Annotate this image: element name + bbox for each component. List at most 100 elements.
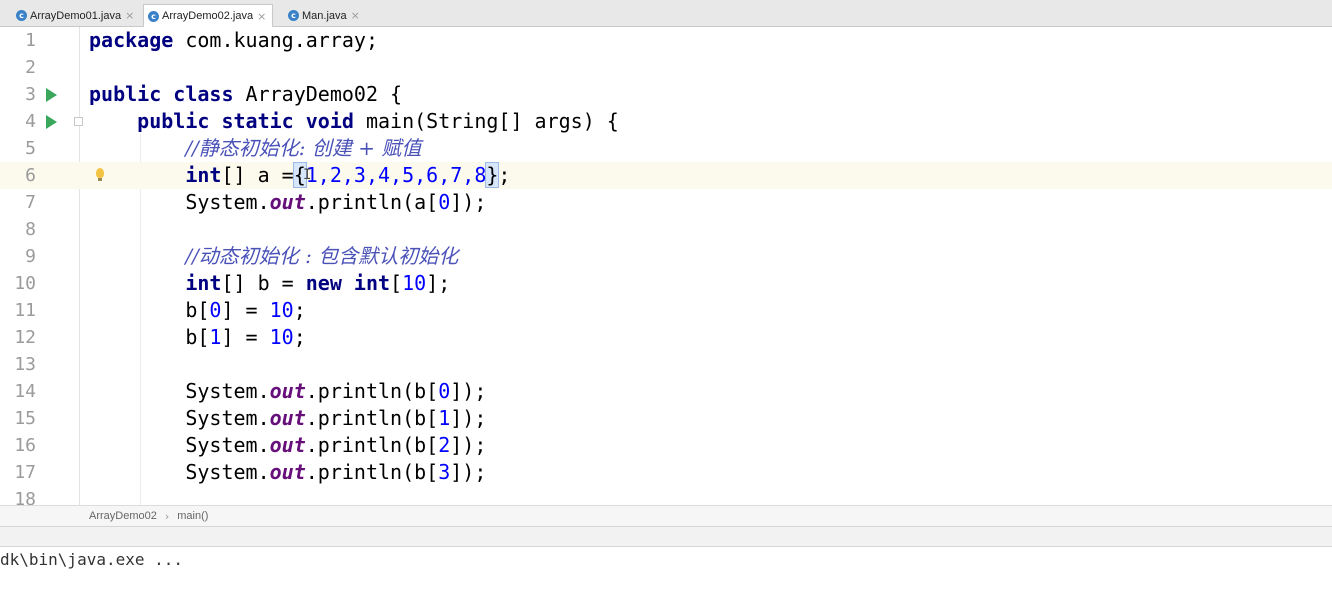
- code-line[interactable]: 15 System.out.println(b[1]);: [0, 405, 1332, 432]
- code-line[interactable]: 9 //动态初始化 : 包含默认初始化: [0, 243, 1332, 270]
- code-comment: //静态初始化: 创建 + 赋值: [185, 136, 422, 160]
- line-number: 3: [25, 84, 36, 105]
- code-line[interactable]: 10 int[] b = new int[10];: [0, 270, 1332, 297]
- number: 0: [438, 379, 451, 403]
- number: 1: [438, 406, 451, 430]
- code-line[interactable]: 14 System.out.println(b[0]);: [0, 378, 1332, 405]
- code-text: ] =: [221, 325, 270, 349]
- breadcrumb: ArrayDemo02 › main(): [0, 505, 1332, 526]
- code-comment: //动态初始化 : 包含默认初始化: [185, 244, 459, 268]
- brace-match: }: [485, 162, 500, 188]
- code-text: ]);: [450, 190, 487, 214]
- line-number: 12: [14, 327, 36, 348]
- breadcrumb-method[interactable]: main(): [177, 510, 208, 522]
- code-line[interactable]: 12 b[1] = 10;: [0, 324, 1332, 351]
- keyword: public: [89, 82, 162, 106]
- code-line[interactable]: 11 b[0] = 10;: [0, 297, 1332, 324]
- static-field: out: [269, 433, 306, 457]
- code-line[interactable]: 16 System.out.println(b[2]);: [0, 432, 1332, 459]
- fold-icon[interactable]: [74, 117, 83, 126]
- breadcrumb-separator: ›: [164, 509, 170, 523]
- code-line[interactable]: 18: [0, 486, 1332, 505]
- number: 10: [269, 298, 294, 322]
- keyword: void: [305, 109, 354, 133]
- editor-tab-bar: c ArrayDemo01.java × c ArrayDemo02.java …: [0, 0, 1332, 27]
- run-console[interactable]: dk\bin\java.exe ...: [0, 547, 1332, 593]
- code-text: .println(b[: [305, 433, 439, 457]
- close-icon[interactable]: ×: [257, 10, 266, 23]
- close-icon[interactable]: ×: [125, 9, 134, 22]
- code-text: ]);: [450, 433, 487, 457]
- breadcrumb-class[interactable]: ArrayDemo02: [89, 510, 157, 522]
- code-text: .println(b[: [305, 460, 439, 484]
- code-text: .println(b[: [305, 379, 439, 403]
- number: 10: [402, 271, 427, 295]
- line-number: 9: [25, 246, 36, 267]
- line-number: 14: [14, 381, 36, 402]
- code-text: System.: [185, 379, 270, 403]
- code-line-current[interactable]: 6 int[] a ={1,2,3,4,5,6,7,8}; I: [0, 162, 1332, 189]
- static-field: out: [269, 406, 306, 430]
- line-number: 10: [14, 273, 36, 294]
- tab-man[interactable]: c Man.java ×: [284, 4, 366, 27]
- code-line[interactable]: 13: [0, 351, 1332, 378]
- keyword: static: [221, 109, 294, 133]
- run-panel-header: [0, 526, 1332, 547]
- code-line[interactable]: 8: [0, 216, 1332, 243]
- line-number: 4: [25, 111, 36, 132]
- code-text: ]);: [450, 379, 487, 403]
- java-class-icon: c: [148, 10, 159, 22]
- code-line[interactable]: 2: [0, 54, 1332, 81]
- code-text: ;: [498, 163, 511, 187]
- java-class-icon: c: [16, 10, 27, 21]
- line-number: 17: [14, 462, 36, 483]
- line-number: 11: [14, 300, 36, 321]
- code-text: ArrayDemo02 {: [233, 82, 403, 106]
- line-number: 15: [14, 408, 36, 429]
- line-number: 13: [14, 354, 36, 375]
- console-output: dk\bin\java.exe ...: [0, 550, 184, 569]
- code-text: [] b =: [221, 271, 306, 295]
- run-icon[interactable]: [46, 88, 57, 102]
- line-number: 16: [14, 435, 36, 456]
- code-editor[interactable]: 1 package com.kuang.array; 2 3 public cl…: [0, 27, 1332, 505]
- line-number: 8: [25, 219, 36, 240]
- code-line[interactable]: 3 public class ArrayDemo02 {: [0, 81, 1332, 108]
- code-text: System.: [185, 190, 270, 214]
- code-text: .println(b[: [305, 406, 439, 430]
- tab-arraydemo02[interactable]: c ArrayDemo02.java ×: [143, 4, 274, 27]
- number: 2: [438, 433, 451, 457]
- code-text: ]);: [450, 460, 487, 484]
- code-text: b[: [185, 298, 210, 322]
- keyword: class: [173, 82, 234, 106]
- code-text: ]);: [450, 406, 487, 430]
- text-cursor-icon: I: [303, 167, 312, 183]
- keyword: package: [89, 28, 174, 52]
- line-number: 2: [25, 57, 36, 78]
- run-icon[interactable]: [46, 115, 57, 129]
- code-line[interactable]: 17 System.out.println(b[3]);: [0, 459, 1332, 486]
- line-number: 1: [25, 30, 36, 51]
- tab-arraydemo01[interactable]: c ArrayDemo01.java ×: [12, 4, 140, 27]
- code-text: ;: [293, 325, 306, 349]
- code-text: ];: [426, 271, 451, 295]
- code-line[interactable]: 5 //静态初始化: 创建 + 赋值: [0, 135, 1332, 162]
- code-line[interactable]: 4 public static void main(String[] args)…: [0, 108, 1332, 135]
- line-number: 7: [25, 192, 36, 213]
- code-text: b[: [185, 325, 210, 349]
- code-text: .println(a[: [305, 190, 439, 214]
- line-number: 6: [25, 165, 36, 186]
- line-number: 18: [14, 489, 36, 505]
- keyword: new: [305, 271, 342, 295]
- code-line[interactable]: 1 package com.kuang.array;: [0, 27, 1332, 54]
- code-text: System.: [185, 460, 270, 484]
- code-text: [] a =: [221, 163, 294, 187]
- line-number: 5: [25, 138, 36, 159]
- code-text: System.: [185, 406, 270, 430]
- code-line[interactable]: 7 System.out.println(a[0]);: [0, 189, 1332, 216]
- tab-label: Man.java: [302, 9, 347, 22]
- array-values: 1,2,3,4,5,6,7,8: [305, 163, 487, 187]
- close-icon[interactable]: ×: [351, 9, 360, 22]
- keyword: int: [185, 271, 222, 295]
